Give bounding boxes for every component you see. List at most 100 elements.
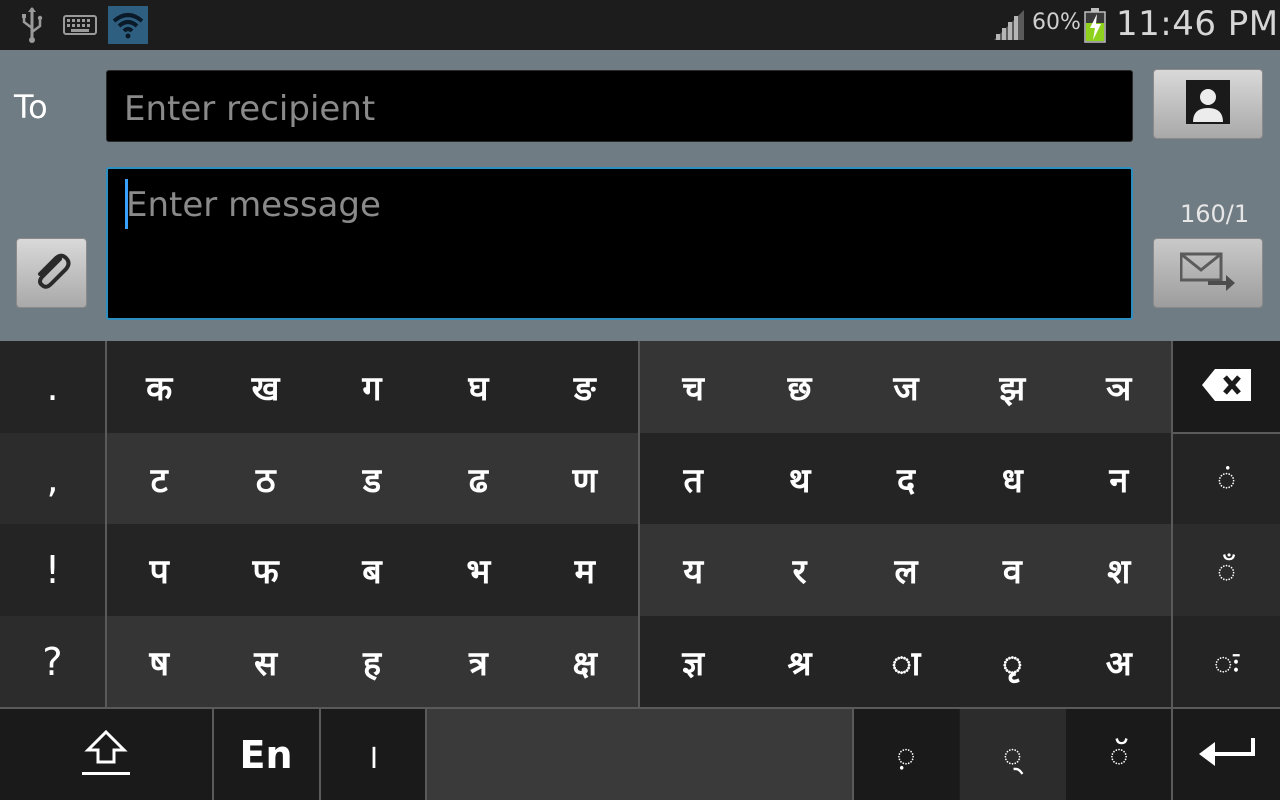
key-letter[interactable]: ह	[318, 616, 426, 708]
shift-icon	[80, 728, 132, 782]
key-letter[interactable]: र	[746, 524, 853, 616]
key-letter[interactable]: ण	[531, 433, 638, 524]
key-letter[interactable]: ङ	[531, 341, 638, 433]
key-letter[interactable]: फ	[212, 524, 319, 616]
key-letter-label: ढ	[468, 460, 488, 501]
space-key[interactable]	[426, 709, 852, 800]
key-letter-label: श	[1107, 552, 1131, 592]
key-letter[interactable]: ब	[318, 524, 426, 616]
key-letter[interactable]: य	[640, 524, 747, 616]
key-sign-2-label: ◌ँ	[1216, 551, 1236, 590]
key-letter[interactable]: ग	[318, 341, 426, 433]
key-letter[interactable]: ख	[212, 341, 319, 433]
key-letter[interactable]: ◌ृ	[959, 616, 1066, 708]
key-divider	[212, 709, 214, 800]
key-letter-label: ल	[894, 552, 918, 592]
key-letter[interactable]: ज्ञ	[640, 616, 747, 708]
key-letter-label: ह	[362, 644, 382, 684]
key-letter[interactable]: छ	[746, 341, 853, 433]
key-punct-2[interactable]: !	[0, 524, 105, 616]
key-letter[interactable]: च	[640, 341, 747, 433]
key-punct-2-label: !	[44, 548, 61, 592]
key-letter[interactable]: त	[640, 433, 747, 524]
language-key[interactable]: En	[213, 709, 319, 800]
key-divider	[638, 341, 640, 708]
key-letter[interactable]: व	[959, 524, 1066, 616]
key-sign-3[interactable]: ◌ः	[1173, 616, 1280, 708]
key-letter-label: क्ष	[572, 644, 597, 684]
backspace-key[interactable]	[1173, 341, 1280, 433]
key-letter[interactable]: प	[106, 524, 213, 616]
key-punct-0[interactable]: .	[0, 341, 105, 433]
key-letter[interactable]: ◌ा	[852, 616, 960, 708]
key-letter[interactable]: द	[852, 433, 960, 524]
key-letter[interactable]: थ	[746, 433, 853, 524]
key-matra-1[interactable]: ◌्	[959, 709, 1066, 800]
key-letter-label: ठ	[255, 460, 276, 501]
paperclip-icon	[30, 249, 74, 297]
key-letter[interactable]: म	[531, 524, 638, 616]
key-letter[interactable]: श्र	[746, 616, 853, 708]
key-letter[interactable]: ध	[959, 433, 1066, 524]
key-sign-1-label: ◌ं	[1216, 460, 1236, 498]
key-letter-label: ण	[572, 460, 598, 501]
recipient-input[interactable]: Enter recipient	[106, 70, 1133, 142]
key-punct-0-label: .	[46, 365, 59, 409]
contact-icon	[1186, 80, 1230, 128]
key-letter-label: ख	[251, 369, 280, 409]
char-counter: 160/1	[1180, 200, 1250, 228]
key-letter[interactable]: झ	[959, 341, 1066, 433]
contacts-button[interactable]	[1153, 69, 1263, 139]
message-input[interactable]: Enter message	[106, 167, 1133, 320]
key-punct-3-label: ?	[42, 640, 63, 684]
key-letter-label: द	[896, 460, 916, 501]
key-matra-0-label: ◌़	[896, 736, 916, 774]
key-matra-2-label: ◌ॅ	[1109, 736, 1129, 774]
battery-charging-icon	[1082, 5, 1108, 45]
key-divider	[1171, 341, 1173, 708]
send-button[interactable]	[1153, 238, 1263, 308]
key-letter[interactable]: ज	[852, 341, 960, 433]
key-letter[interactable]: क्ष	[531, 616, 638, 708]
key-letter-label: व	[1002, 552, 1022, 592]
key-letter[interactable]: क	[106, 341, 213, 433]
key-letter[interactable]: ल	[852, 524, 960, 616]
key-matra-0[interactable]: ◌़	[853, 709, 959, 800]
danda-key-label: ।	[366, 736, 379, 777]
key-punct-1[interactable]: ,	[0, 433, 105, 524]
danda-key[interactable]: ।	[320, 709, 425, 800]
key-letter[interactable]: ड	[318, 433, 426, 524]
key-letter-label: क	[146, 369, 173, 409]
key-letter[interactable]: त्र	[425, 616, 532, 708]
attach-button[interactable]	[16, 238, 87, 308]
key-letter[interactable]: न	[1065, 433, 1172, 524]
key-letter[interactable]: ढ	[425, 433, 532, 524]
key-sign-1[interactable]: ◌ं	[1173, 433, 1280, 524]
shift-key[interactable]	[0, 709, 212, 800]
key-sign-2[interactable]: ◌ँ	[1173, 524, 1280, 616]
enter-icon	[1197, 736, 1257, 774]
key-letter[interactable]: भ	[425, 524, 532, 616]
key-letter[interactable]: ठ	[212, 433, 319, 524]
key-letter[interactable]: ष	[106, 616, 213, 708]
key-letter[interactable]: श	[1065, 524, 1172, 616]
key-letter-label: भ	[466, 552, 491, 592]
key-letter-label: ◌ा	[891, 644, 921, 684]
key-letter[interactable]: ट	[106, 433, 213, 524]
key-letter[interactable]: स	[212, 616, 319, 708]
key-letter-label: न	[1109, 460, 1129, 501]
key-matra-2[interactable]: ◌ॅ	[1066, 709, 1172, 800]
key-punct-3[interactable]: ?	[0, 616, 105, 708]
key-letter-label: ञ	[1106, 369, 1132, 409]
key-letter-label: ड	[362, 460, 382, 501]
key-letter[interactable]: ञ	[1065, 341, 1172, 433]
key-letter[interactable]: घ	[425, 341, 532, 433]
backspace-icon	[1201, 368, 1253, 406]
key-letter-label: र	[792, 552, 807, 592]
wifi-icon	[108, 6, 148, 44]
enter-key[interactable]	[1173, 709, 1280, 800]
key-letter-label: त	[683, 460, 703, 501]
key-letter[interactable]: अ	[1065, 616, 1172, 708]
devanagari-keyboard: .,!? क ख ग घ ङ ट ठ ड ढ ण प फ ब भ म ष स ह त्र क्ष च छ ज झ ञ त थ द ध न य र…	[0, 341, 1280, 800]
key-punct-1-label: ,	[46, 456, 59, 501]
